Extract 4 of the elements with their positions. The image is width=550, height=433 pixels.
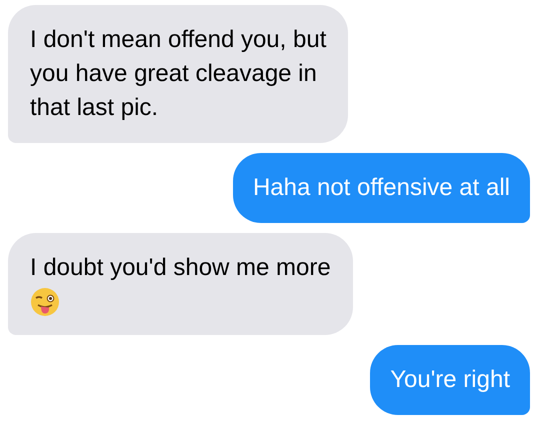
message-text: I don't mean offend you, but you have great cleavage in that last pic. [30, 25, 326, 123]
message-text: Haha not offensive at all [252, 173, 510, 203]
message-text: You're right [390, 365, 510, 395]
message-text: I doubt you'd show me more [30, 253, 331, 283]
